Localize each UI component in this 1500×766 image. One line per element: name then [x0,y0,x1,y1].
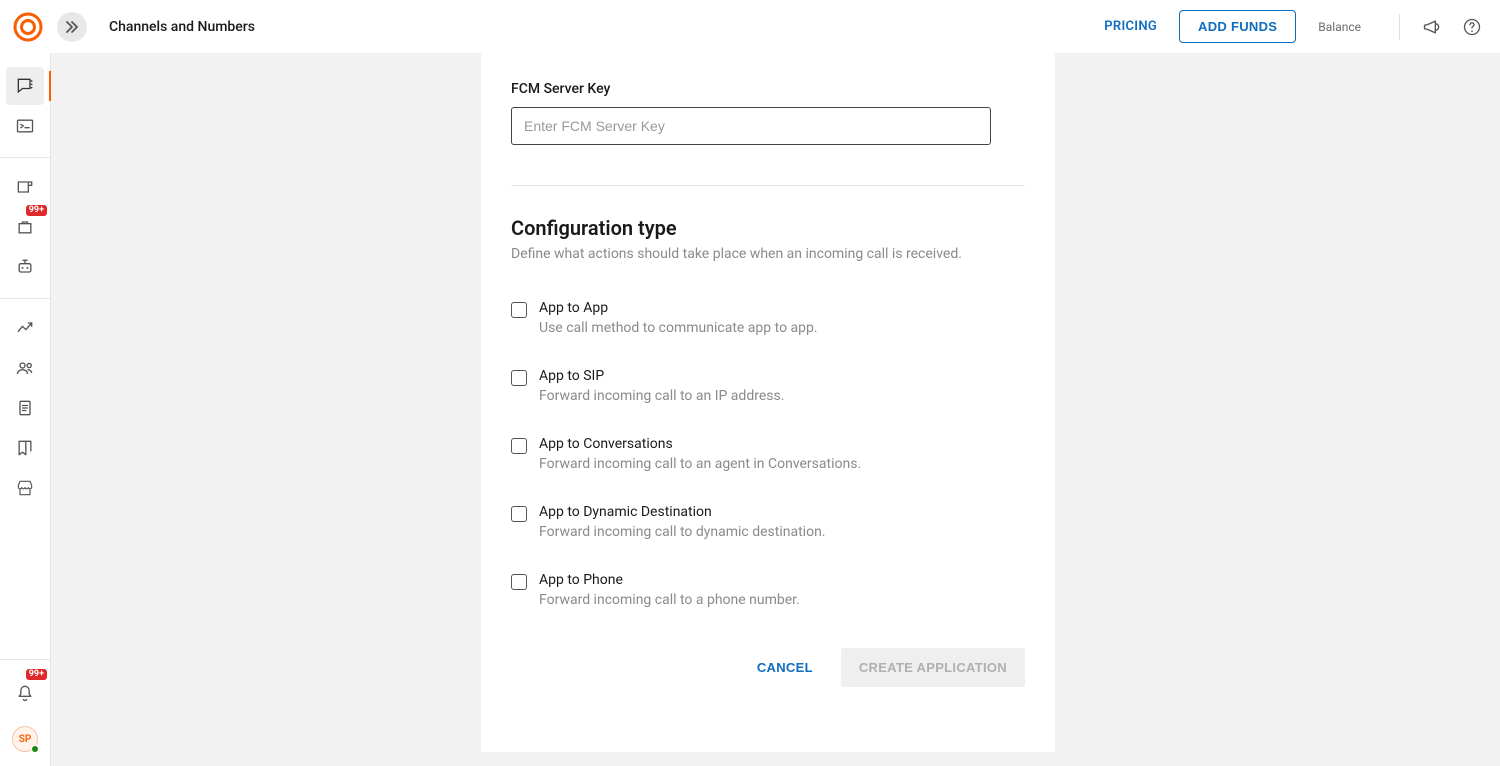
sidebar-item-analytics[interactable] [6,309,44,347]
document-icon [15,398,35,418]
sidebar-item-package[interactable]: 99+ [6,208,44,246]
config-option-desc: Forward incoming call to dynamic destina… [539,524,826,540]
chevrons-right-icon [64,19,80,35]
config-option-title: App to Conversations [539,436,861,452]
sidebar-item-references[interactable] [6,429,44,467]
section-divider [511,185,1025,186]
config-option-desc: Forward incoming call to an agent in Con… [539,456,861,472]
pricing-link[interactable]: PRICING [1104,19,1157,34]
bell-icon [15,683,35,703]
user-avatar[interactable]: SP [12,726,38,752]
inbox-icon [15,177,35,197]
fcm-key-label: FCM Server Key [511,81,1025,97]
main-content: FCM Server Key Configuration type Define… [51,53,1500,766]
users-icon [15,358,35,378]
config-option-app-to-dynamic: App to Dynamic Destination Forward incom… [511,504,1025,540]
app-header: Channels and Numbers PRICING ADD FUNDS B… [0,0,1500,53]
announcements-button[interactable] [1418,13,1446,41]
terminal-icon [15,116,35,136]
config-type-subtitle: Define what actions should take place wh… [511,246,1025,262]
help-circle-icon [1462,17,1482,37]
cancel-button[interactable]: CANCEL [757,660,813,675]
config-type-title: Configuration type [511,216,1025,240]
config-option-checkbox[interactable] [511,574,527,590]
page-title: Channels and Numbers [109,19,255,35]
trend-up-icon [15,318,35,338]
help-button[interactable] [1458,13,1486,41]
config-option-app-to-sip: App to SIP Forward incoming call to an I… [511,368,1025,404]
fcm-key-input[interactable] [511,107,991,145]
config-option-title: App to App [539,300,818,316]
form-card: FCM Server Key Configuration type Define… [481,53,1055,752]
config-option-app-to-conversations: App to Conversations Forward incoming ca… [511,436,1025,472]
robot-icon [15,257,35,277]
chat-dots-icon [15,76,35,96]
notifications-badge: 99+ [26,669,47,680]
form-footer: CANCEL CREATE APPLICATION [511,648,1025,717]
config-option-title: App to Dynamic Destination [539,504,826,520]
store-icon [15,478,35,498]
config-option-checkbox[interactable] [511,438,527,454]
config-option-app-to-app: App to App Use call method to communicat… [511,300,1025,336]
header-divider [1399,14,1400,40]
sidebar-item-docs[interactable] [6,389,44,427]
config-option-desc: Use call method to communicate app to ap… [539,320,818,336]
sidebar-item-team[interactable] [6,349,44,387]
package-icon [15,217,35,237]
config-option-desc: Forward incoming call to a phone number. [539,592,800,608]
config-option-title: App to SIP [539,368,784,384]
sidebar-item-terminal[interactable] [6,107,44,145]
sidebar-item-channels[interactable] [6,67,44,105]
sidebar-item-inbox[interactable] [6,168,44,206]
bookmark-icon [15,438,35,458]
config-option-app-to-phone: App to Phone Forward incoming call to a … [511,572,1025,608]
sidebar-item-store[interactable] [6,469,44,507]
brand-logo [13,12,43,42]
notifications-button[interactable]: 99+ [6,674,44,712]
create-application-button[interactable]: CREATE APPLICATION [841,648,1025,687]
config-option-checkbox[interactable] [511,302,527,318]
balance-label: Balance [1318,20,1361,34]
config-option-checkbox[interactable] [511,506,527,522]
sidebar: 99+ 99+ SP [0,53,51,766]
config-option-desc: Forward incoming call to an IP address. [539,388,784,404]
avatar-initials: SP [19,734,32,745]
config-option-checkbox[interactable] [511,370,527,386]
sidebar-badge: 99+ [26,205,47,216]
add-funds-button[interactable]: ADD FUNDS [1179,10,1296,43]
config-option-title: App to Phone [539,572,800,588]
presence-online-icon [31,745,39,753]
sidebar-item-bot[interactable] [6,248,44,286]
sidebar-expand-button[interactable] [57,12,87,42]
megaphone-icon [1422,17,1442,37]
